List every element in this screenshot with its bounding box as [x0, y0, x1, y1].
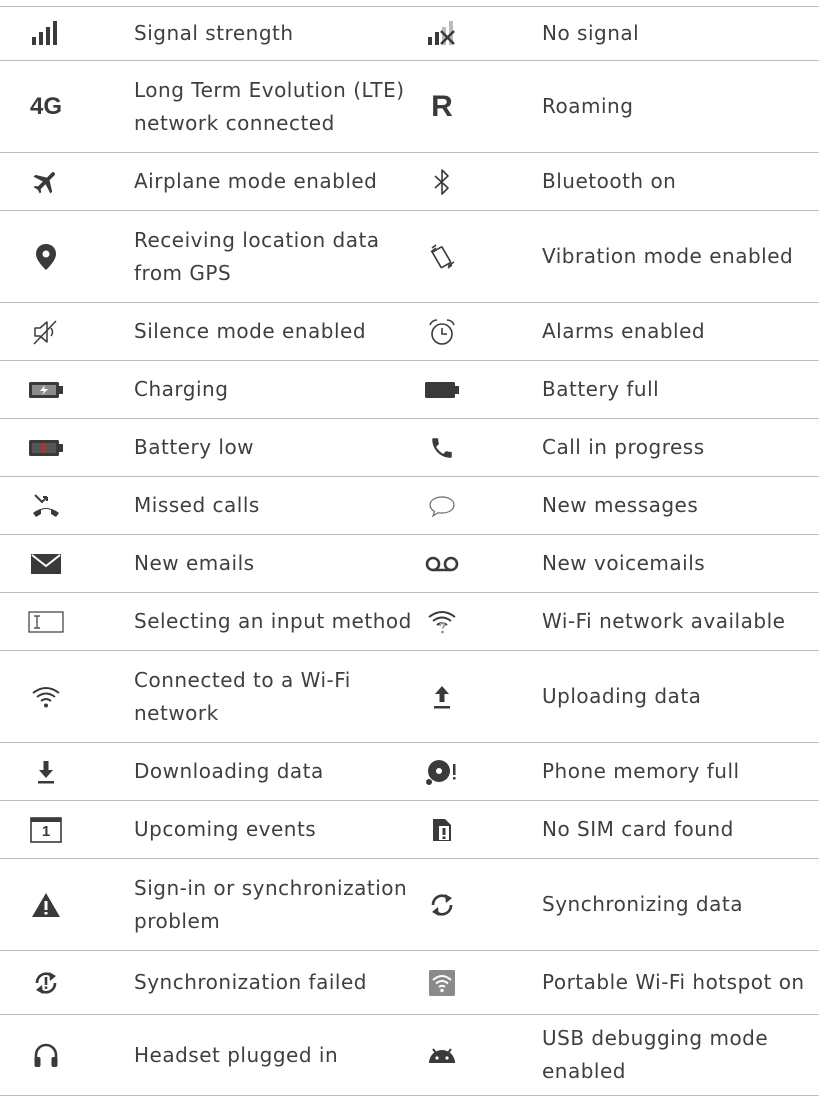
icon-description: Connected to a Wi-Fi network: [134, 667, 351, 725]
4g-icon: 4G: [18, 61, 74, 152]
battery-low-icon: [18, 419, 74, 476]
table-row: Headset plugged in USB debugging mode en…: [0, 1014, 819, 1096]
signal-strength-icon: [18, 7, 74, 60]
android-debug-icon: [414, 1015, 470, 1095]
table-row: Downloading data Phone memory full: [0, 742, 819, 800]
icon-description: Phone memory full: [542, 759, 740, 783]
table-row: Sign-in or synchronization problem Synch…: [0, 858, 819, 950]
sync-failed-icon: [18, 951, 74, 1014]
icon-description: Portable Wi-Fi hotspot on: [542, 970, 805, 994]
icon-description: New voicemails: [542, 551, 706, 575]
airplane-icon: [18, 153, 74, 210]
table-row: Receiving location data from GPS Vibrati…: [0, 210, 819, 302]
wifi-available-icon: [414, 593, 470, 650]
icon-description: Synchronizing data: [542, 892, 743, 916]
table-row: Signal strength No signal: [0, 6, 819, 60]
icon-description: Wi-Fi network available: [542, 609, 786, 633]
warning-icon: [18, 859, 74, 950]
icon-description: Synchronization failed: [134, 970, 367, 994]
table-row: Charging Battery full: [0, 360, 819, 418]
icon-description: Airplane mode enabled: [134, 169, 378, 193]
phone-call-icon: [414, 419, 470, 476]
icon-description: Receiving location data from GPS: [134, 227, 380, 285]
icon-description: No SIM card found: [542, 817, 734, 841]
table-row: 1 Upcoming events No SIM card found: [0, 800, 819, 858]
download-icon: [18, 743, 74, 800]
icon-description: Silence mode enabled: [134, 319, 367, 343]
table-row: Connected to a Wi-Fi network Uploading d…: [0, 650, 819, 742]
wifi-connected-icon: [18, 651, 74, 742]
roaming-icon-text: R: [431, 89, 453, 123]
no-signal-icon: [414, 7, 470, 60]
icon-description: New messages: [542, 493, 699, 517]
icon-description: Vibration mode enabled: [542, 244, 794, 268]
upload-icon: [414, 651, 470, 742]
icon-description: Uploading data: [542, 684, 702, 708]
battery-charging-icon: [18, 361, 74, 418]
missed-call-icon: [18, 477, 74, 534]
silence-icon: [18, 303, 74, 360]
voicemail-icon: [414, 535, 470, 592]
calendar-icon: 1: [18, 801, 74, 858]
icon-description: Battery low: [134, 435, 255, 459]
table-row: New emails New voicemails: [0, 534, 819, 592]
table-row: Silence mode enabled Alarms enabled: [0, 302, 819, 360]
hotspot-icon: [414, 951, 470, 1014]
table-row: Airplane mode enabled Bluetooth on: [0, 152, 819, 210]
icon-description: Signal strength: [134, 21, 294, 45]
icon-description: No signal: [542, 21, 640, 45]
roaming-icon: R: [414, 61, 470, 152]
table-row: Missed calls New messages: [0, 476, 819, 534]
email-icon: [18, 535, 74, 592]
location-pin-icon: [18, 211, 74, 302]
icon-description: New emails: [134, 551, 255, 575]
icon-description: Long Term Evolution (LTE) network connec…: [134, 77, 405, 135]
no-sim-icon: [414, 801, 470, 858]
icon-description: USB debugging mode enabled: [542, 1026, 769, 1083]
battery-full-icon: [414, 361, 470, 418]
vibration-icon: [414, 211, 470, 302]
icon-description: Headset plugged in: [134, 1042, 339, 1067]
memory-full-icon: [414, 743, 470, 800]
icon-description: Roaming: [542, 94, 634, 118]
table-row: Synchronization failed Portable Wi-Fi ho…: [0, 950, 819, 1014]
icon-description: Selecting an input method: [134, 609, 412, 633]
icon-description: Battery full: [542, 377, 660, 401]
calendar-day-text: 1: [41, 822, 51, 840]
icon-description: Alarms enabled: [542, 319, 706, 343]
input-method-icon: [18, 593, 74, 650]
sync-icon: [414, 859, 470, 950]
icon-description: Sign-in or synchronization problem: [134, 875, 408, 933]
table-row: 4G Long Term Evolution (LTE) network con…: [0, 60, 819, 152]
icon-description: Charging: [134, 377, 229, 401]
icon-description: Call in progress: [542, 435, 705, 459]
alarm-icon: [414, 303, 470, 360]
table-row: Selecting an input method Wi-Fi network …: [0, 592, 819, 650]
headset-icon: [18, 1015, 74, 1095]
icon-description: Bluetooth on: [542, 169, 677, 193]
4g-icon-text: 4G: [29, 92, 62, 120]
bluetooth-icon: [414, 153, 470, 210]
icon-description: Missed calls: [134, 493, 260, 517]
message-bubble-icon: [414, 477, 470, 534]
icon-description: Upcoming events: [134, 817, 317, 841]
table-row: Battery low Call in progress: [0, 418, 819, 476]
icon-description: Downloading data: [134, 759, 324, 783]
